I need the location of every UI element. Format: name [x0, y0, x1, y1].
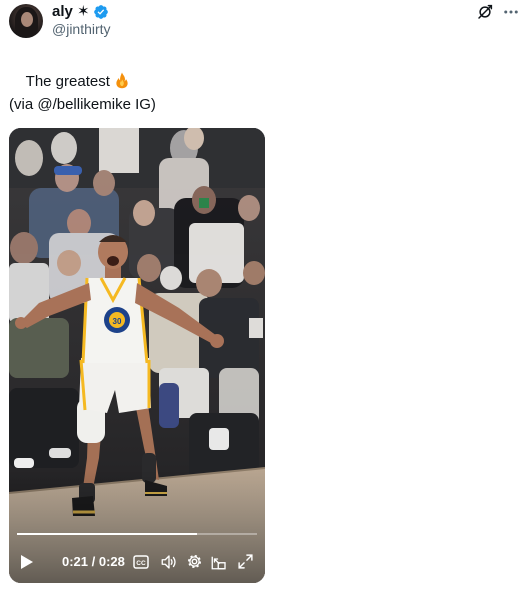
video-progress-fill — [17, 533, 197, 535]
avatar[interactable] — [9, 4, 43, 38]
grok-icon[interactable] — [476, 3, 494, 21]
play-icon[interactable] — [20, 554, 34, 570]
video-progress-bar[interactable] — [17, 533, 257, 535]
more-options-icon[interactable] — [502, 3, 520, 21]
author-handle[interactable]: @jinthirty — [52, 21, 111, 38]
settings-icon[interactable] — [186, 553, 203, 570]
svg-text:CC: CC — [136, 560, 146, 567]
author-name-text: aly ✶ — [52, 3, 90, 20]
verified-badge-icon — [93, 5, 108, 19]
author-display-name[interactable]: aly ✶ — [52, 3, 109, 21]
fullscreen-icon[interactable] — [237, 553, 254, 570]
pip-icon[interactable] — [210, 553, 228, 571]
tweet: aly ✶ @jinthirty The greatest (via @/bel… — [0, 0, 530, 596]
tweet-text-line1: The greatest — [25, 73, 110, 90]
video-player[interactable]: 30 0:21 / 0:28 — [9, 128, 265, 583]
video-time: 0:21 / 0:28 — [62, 554, 125, 569]
captions-icon[interactable]: CC — [133, 555, 149, 569]
video-frame: 30 — [9, 128, 265, 583]
video-controls: 0:21 / 0:28 CC — [9, 542, 265, 583]
fire-icon — [116, 72, 128, 89]
volume-icon[interactable] — [160, 553, 178, 571]
tweet-text-line2: (via @/bellikemike IG) — [9, 96, 156, 113]
